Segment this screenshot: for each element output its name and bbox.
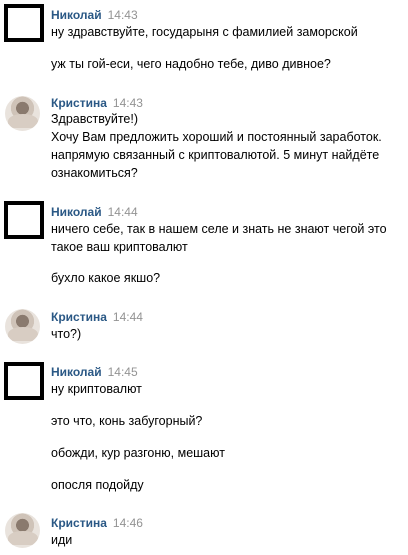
avatar[interactable]: [4, 4, 44, 42]
timestamp[interactable]: 14:43: [113, 96, 143, 110]
author-name[interactable]: Кристина: [51, 516, 107, 530]
message-text: ну криптовалют: [51, 382, 142, 396]
message-text: Здравствуйте!): [51, 112, 138, 126]
message-text: уж ты гой-еси, чего надобно тебе, диво д…: [51, 57, 331, 71]
message-text: Хочу Вам предложить хороший и постоянный…: [51, 130, 382, 144]
timestamp[interactable]: 14:44: [113, 310, 143, 324]
message-text: такое ваш криптовалют: [51, 240, 188, 254]
avatar[interactable]: [5, 513, 40, 548]
avatar[interactable]: [5, 309, 40, 344]
message-header: Николай 14:45: [51, 365, 138, 379]
message-text: иди: [51, 533, 73, 547]
avatar[interactable]: [4, 362, 44, 400]
message-text: обожди, кур разгоню, мешают: [51, 446, 225, 460]
message-header: Николай 14:43: [51, 8, 138, 22]
timestamp[interactable]: 14:44: [108, 205, 138, 219]
message-text: напрямую связанный с криптовалютой. 5 ми…: [51, 148, 380, 162]
message-header: Кристина 14:44: [51, 310, 143, 324]
message-text: это что, конь забугорный?: [51, 414, 203, 428]
timestamp[interactable]: 14:46: [113, 516, 143, 530]
message-text: опосля подойду: [51, 478, 144, 492]
timestamp[interactable]: 14:43: [108, 8, 138, 22]
author-name[interactable]: Кристина: [51, 310, 107, 324]
message-text: ознакомиться?: [51, 166, 138, 180]
timestamp[interactable]: 14:45: [108, 365, 138, 379]
author-name[interactable]: Николай: [51, 8, 102, 22]
author-name[interactable]: Кристина: [51, 96, 107, 110]
avatar[interactable]: [4, 201, 44, 239]
author-name[interactable]: Николай: [51, 365, 102, 379]
message-header: Кристина 14:43: [51, 96, 143, 110]
author-name[interactable]: Николай: [51, 205, 102, 219]
message-text: ничего себе, так в нашем селе и знать не…: [51, 222, 387, 236]
message-text: что?): [51, 327, 82, 341]
message-header: Николай 14:44: [51, 205, 138, 219]
message-header: Кристина 14:46: [51, 516, 143, 530]
avatar[interactable]: [5, 96, 40, 131]
message-text: ну здравствуйте, государыня с фамилией з…: [51, 25, 358, 39]
message-text: бухло какое якшо?: [51, 271, 161, 285]
